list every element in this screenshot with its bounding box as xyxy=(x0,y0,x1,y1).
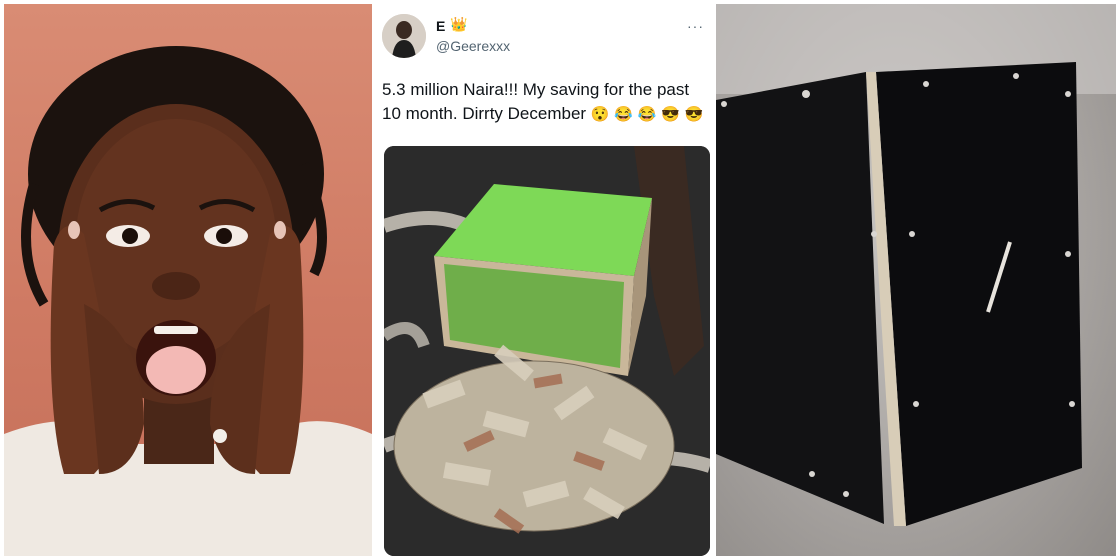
user-handle[interactable]: @Geerexxx xyxy=(436,38,510,54)
tweet-card: E 👑 @Geerexxx ··· 5.3 million Naira!!! M… xyxy=(376,4,712,556)
sunglasses-emoji: 😎 xyxy=(684,106,704,123)
tweet-emojis: 😯 😂 😂 😎 😎 xyxy=(591,104,703,123)
surprised-emoji: 😯 xyxy=(590,106,610,123)
sunglasses-emoji: 😎 xyxy=(661,106,680,123)
crown-emoji: 👑 xyxy=(450,16,468,32)
tears-of-joy-emoji: 😂 xyxy=(614,106,633,123)
avatar[interactable] xyxy=(382,14,426,58)
excited-child-photo xyxy=(4,4,372,556)
photo-collage: E 👑 @Geerexxx ··· 5.3 million Naira!!! M… xyxy=(0,0,1120,560)
tears-of-joy-emoji: 😂 xyxy=(637,106,657,123)
tweet-text: 5.3 million Naira!!! My saving for the p… xyxy=(382,78,710,127)
more-horizontal-icon[interactable]: ··· xyxy=(687,18,704,34)
tweet-header: E 👑 @Geerexxx ··· xyxy=(382,14,706,66)
money-box-photo[interactable] xyxy=(384,146,710,556)
wooden-box-photo xyxy=(716,4,1116,556)
display-name[interactable]: E xyxy=(436,18,445,34)
